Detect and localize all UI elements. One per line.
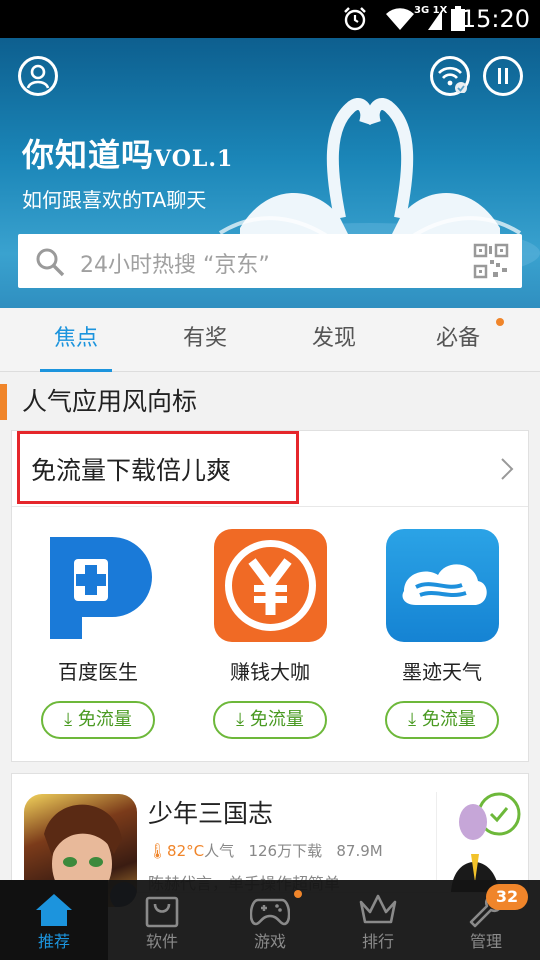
- pause-icon: [498, 68, 508, 84]
- nav-label: 推荐: [37, 932, 70, 951]
- nav-software[interactable]: 软件: [108, 880, 216, 960]
- mascot-image: [451, 792, 521, 892]
- plus-icon: [49, 537, 152, 639]
- tab-rewards[interactable]: 有奖: [155, 308, 255, 372]
- hero-title-volume: VOL.1: [154, 146, 234, 172]
- free-download-button[interactable]: ⤓ 免流量: [213, 701, 327, 739]
- cloud-icon: [402, 564, 487, 605]
- nav-label: 管理: [469, 932, 502, 951]
- bottom-navigation: 推荐 软件 游戏 排行 管理: [0, 880, 540, 960]
- free-download-button[interactable]: ⤓ 免流量: [385, 701, 499, 739]
- wifi-icon: [386, 8, 414, 30]
- game-temperature: 82°C: [167, 842, 205, 860]
- hero-title-text: 你知道吗: [22, 136, 155, 174]
- app-name: 赚钱大咖: [230, 660, 310, 684]
- app-item-money[interactable]: 赚钱大咖 ⤓ 免流量: [184, 529, 356, 739]
- tab-focus[interactable]: 焦点: [26, 308, 126, 372]
- nav-ranking[interactable]: 排行: [324, 880, 432, 960]
- signal-icon: [428, 10, 442, 30]
- gamepad-icon: [250, 898, 290, 926]
- game-size: 87.9M: [336, 842, 383, 860]
- tab-essentials[interactable]: 必备: [408, 308, 508, 372]
- button-label: 免流量: [421, 709, 476, 730]
- app-item-moji-weather[interactable]: 墨迹天气 ⤓ 免流量: [356, 529, 528, 739]
- game-title: 少年三国志: [148, 799, 274, 828]
- nav-label: 排行: [361, 932, 394, 951]
- button-label: 免流量: [77, 709, 132, 730]
- bag-icon: [145, 896, 179, 928]
- pause-button[interactable]: [483, 56, 523, 96]
- button-label: 免流量: [249, 709, 304, 730]
- popularity-label: 人气: [204, 842, 235, 860]
- thermometer-icon: 🌡: [148, 842, 168, 860]
- free-wifi-button[interactable]: [430, 56, 470, 96]
- search-bar[interactable]: 24小时热搜 “京东”: [18, 234, 522, 288]
- nav-recommend[interactable]: 推荐: [0, 880, 108, 960]
- app-name: 百度医生: [58, 660, 138, 684]
- hero-subtitle: 如何跟喜欢的TA聊天: [22, 188, 207, 212]
- download-icon: ⤓: [408, 709, 417, 730]
- game-downloads: 126万下载: [248, 842, 323, 860]
- download-icon: ⤓: [236, 709, 245, 730]
- user-avatar-button[interactable]: [18, 56, 58, 96]
- games-notification-dot: [294, 890, 302, 898]
- section-title: 人气应用风向标: [0, 384, 197, 420]
- chevron-right-icon: [501, 458, 514, 480]
- nav-label: 游戏: [253, 932, 286, 951]
- crown-icon: [359, 894, 397, 924]
- tab-discover[interactable]: 发现: [284, 308, 384, 372]
- qr-code-icon[interactable]: [473, 243, 509, 279]
- search-icon: [36, 248, 65, 277]
- clock: 15:20: [460, 5, 530, 33]
- nav-label: 软件: [145, 932, 178, 951]
- hero-banner[interactable]: 你知道吗VOL.1 如何跟喜欢的TA聊天 24小时热搜 “京东”: [0, 38, 540, 308]
- download-icon: ⤓: [64, 709, 73, 730]
- user-icon: [26, 64, 50, 89]
- featured-card: 免流量下载倍儿爽 百度医生 ⤓ 免流量 赚钱大咖 ⤓ 免流量 墨迹天气 ⤓ 免流…: [11, 430, 529, 762]
- app-name: 墨迹天气: [402, 660, 482, 684]
- app-icon: [213, 529, 327, 642]
- game-side-action[interactable]: [436, 792, 528, 892]
- app-icon: [385, 529, 499, 642]
- home-icon: [36, 894, 72, 926]
- highlight-box: [17, 431, 299, 504]
- search-placeholder: 24小时热搜 “京东”: [80, 253, 270, 278]
- hero-title: 你知道吗VOL.1: [22, 130, 233, 176]
- wifi-check-icon: [438, 66, 467, 93]
- manage-count-badge: 32: [486, 884, 528, 910]
- alarm-icon: [344, 7, 366, 31]
- yen-icon: [224, 540, 316, 631]
- app-item-baidu-doctor[interactable]: 百度医生 ⤓ 免流量: [12, 529, 184, 739]
- app-icon: [41, 529, 155, 642]
- tab-notification-dot: [496, 318, 504, 326]
- game-card[interactable]: 少年三国志 🌡82°C人气 126万下载 87.9M 陈赫代言，单手操作超简单: [11, 773, 529, 907]
- nav-games[interactable]: 游戏: [216, 880, 324, 960]
- tab-bar: 焦点 有奖 发现 必备: [0, 308, 540, 372]
- free-download-button[interactable]: ⤓ 免流量: [41, 701, 155, 739]
- game-meta: 🌡82°C人气 126万下载 87.9M: [148, 840, 383, 861]
- card-header[interactable]: 免流量下载倍儿爽: [12, 431, 528, 507]
- status-bar: 3G 1X 15:20: [0, 0, 540, 38]
